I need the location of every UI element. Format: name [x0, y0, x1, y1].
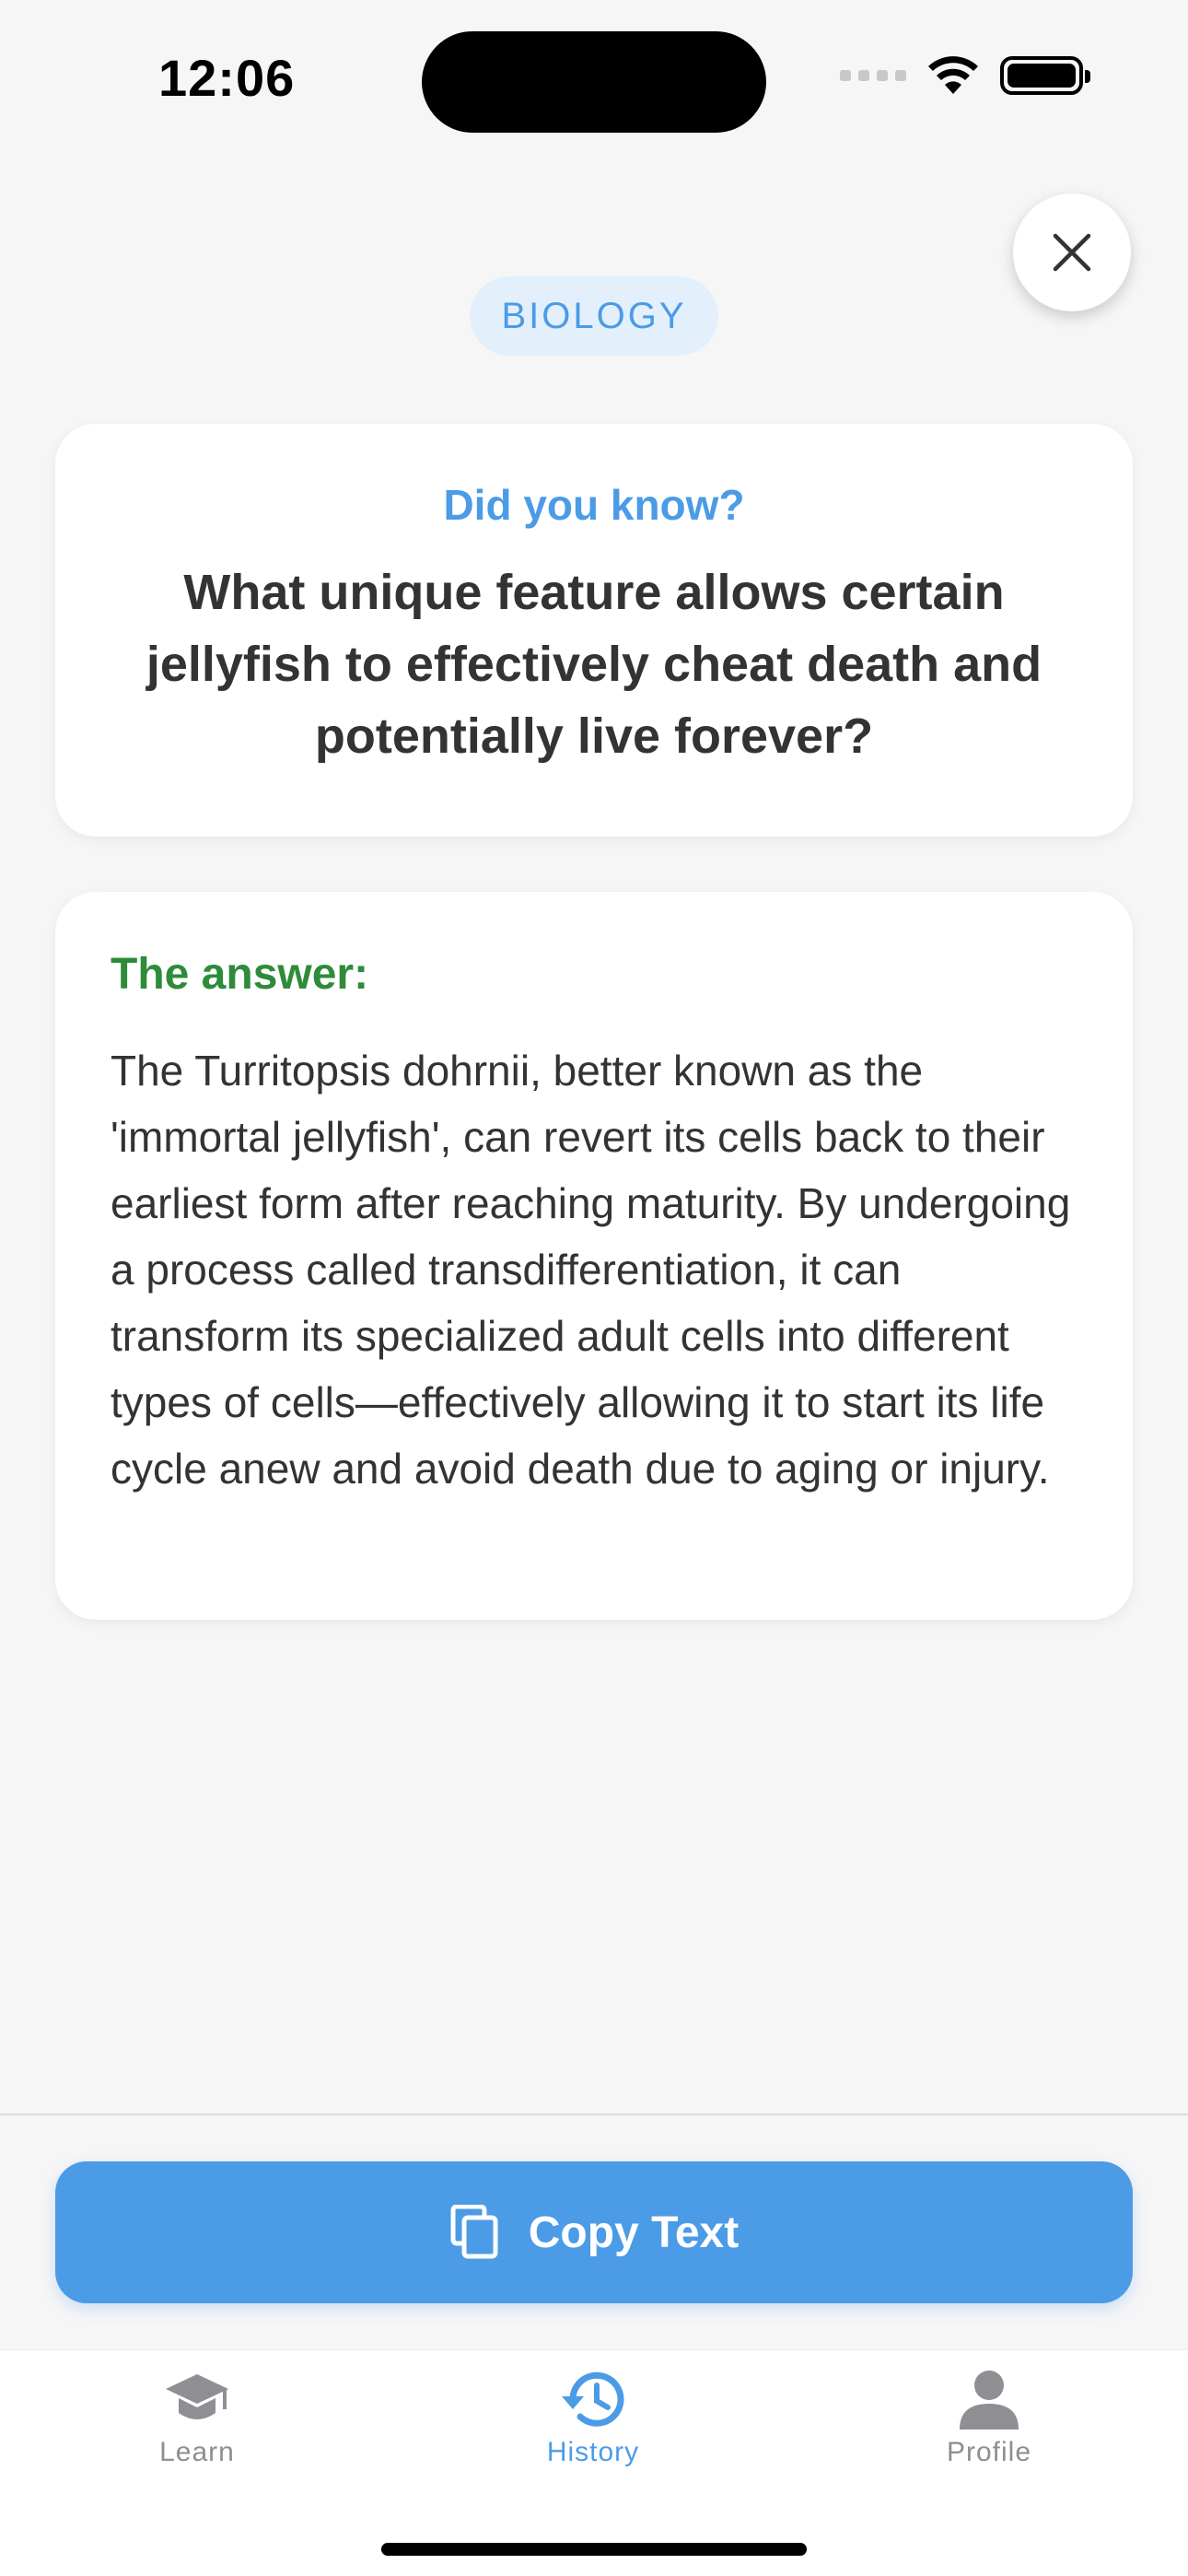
copy-text-label: Copy Text	[528, 2207, 740, 2257]
history-icon	[562, 2371, 624, 2427]
divider	[0, 2113, 1188, 2115]
category-badge: BIOLOGY	[470, 276, 718, 356]
answer-card: The answer: The Turritopsis dohrnii, bet…	[55, 892, 1133, 1620]
copy-text-button[interactable]: Copy Text	[55, 2161, 1133, 2303]
answer-text: The Turritopsis dohrnii, better known as…	[111, 1047, 1071, 1493]
status-icons	[840, 55, 1090, 96]
tab-learn-label: Learn	[159, 2437, 235, 2467]
tab-history[interactable]: History	[501, 2369, 685, 2468]
home-indicator	[381, 2543, 807, 2556]
tab-profile[interactable]: Profile	[897, 2369, 1081, 2468]
question-text: What unique feature allows certain jelly…	[146, 565, 1042, 764]
tab-learn[interactable]: Learn	[105, 2369, 289, 2468]
wifi-icon	[928, 56, 978, 94]
person-icon	[960, 2371, 1019, 2430]
dynamic-island	[422, 31, 766, 133]
question-card-heading: Did you know?	[443, 481, 745, 529]
status-time: 12:06	[158, 49, 296, 107]
answer-heading: The answer:	[111, 950, 369, 999]
tab-history-label: History	[546, 2437, 640, 2467]
close-button[interactable]	[1013, 193, 1131, 311]
battery-icon	[1000, 56, 1090, 95]
copy-icon	[450, 2205, 498, 2259]
screen: 12:06 BIOLOGY Did you know? What unique …	[0, 0, 1188, 2576]
cellular-signal-icon	[840, 70, 906, 81]
question-card: Did you know? What unique feature allows…	[55, 424, 1133, 837]
graduation-cap-icon	[166, 2374, 228, 2419]
tab-profile-label: Profile	[946, 2437, 1032, 2467]
close-icon	[1053, 233, 1091, 272]
